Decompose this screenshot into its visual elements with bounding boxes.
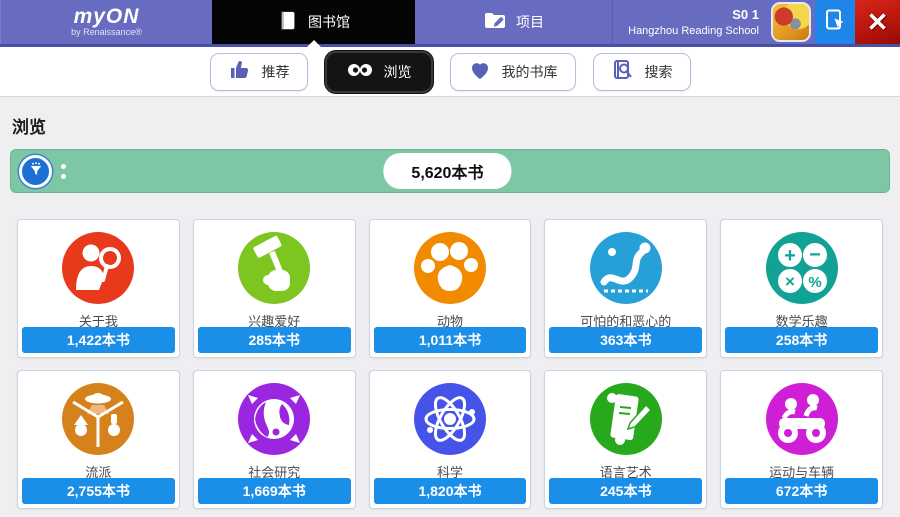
nav-recommend-button[interactable]: 推荐	[210, 53, 308, 91]
category-card-3[interactable]: 动物 1,011本书	[369, 219, 532, 358]
user-name: S0 1	[732, 7, 759, 22]
book-count-pill: 5,620本书	[383, 153, 511, 189]
category-card-7[interactable]: 社会研究 1,669本书	[193, 370, 356, 509]
person-magnifier-icon	[62, 232, 134, 304]
tab-library[interactable]: 图书馆	[212, 0, 415, 44]
close-icon: ✕	[867, 9, 889, 35]
category-card-10[interactable]: 运动与车辆 672本书	[720, 370, 883, 509]
tab-projects-label: 项目	[516, 12, 544, 32]
tab-library-label: 图书馆	[308, 12, 350, 32]
category-count-banner: 245本书	[549, 478, 702, 504]
category-card-2[interactable]: 兴趣爱好 285本书	[193, 219, 356, 358]
page-title: 浏览	[12, 113, 900, 138]
atom-icon	[414, 383, 486, 455]
svg-text:+: +	[784, 245, 796, 267]
category-card-5[interactable]: +−×% 数学乐趣 258本书	[720, 219, 883, 358]
category-card-6[interactable]: 流派 2,755本书	[17, 370, 180, 509]
nav-recommend-label: 推荐	[262, 62, 290, 82]
category-count-banner: 258本书	[725, 327, 878, 353]
category-count-banner: 672本书	[725, 478, 878, 504]
category-count-banner: 2,755本书	[22, 478, 175, 504]
tab-projects[interactable]: 项目	[415, 0, 613, 44]
close-button[interactable]: ✕	[855, 0, 900, 44]
book-search-icon	[611, 58, 635, 85]
tablet-touch-icon	[823, 8, 847, 37]
category-card-8[interactable]: 科学 1,820本书	[369, 370, 532, 509]
book-icon	[277, 10, 299, 35]
user-info: S0 1 Hangzhou Reading School	[613, 0, 767, 44]
nav-browse-label: 浏览	[384, 62, 412, 82]
math-symbols-icon: +−×%	[766, 232, 838, 304]
filter-button[interactable]	[19, 155, 52, 188]
snake-icon	[590, 232, 662, 304]
nav-browse-button[interactable]: 浏览	[325, 51, 433, 93]
nav-my-library-button[interactable]: 我的书库	[450, 53, 576, 91]
scroll-pen-icon	[590, 383, 662, 455]
category-count-banner: 1,422本书	[22, 327, 175, 353]
atv-icon	[766, 383, 838, 455]
logo-subtitle: by Renaissance®	[71, 27, 142, 37]
myon-logo: myON by Renaissance®	[0, 0, 212, 44]
nav-my-library-label: 我的书库	[502, 62, 558, 82]
category-card-9[interactable]: 语言艺术 245本书	[544, 370, 707, 509]
hammer-fist-icon	[238, 232, 310, 304]
library-toolbar: 推荐 浏览 我的书库 搜索	[0, 47, 900, 97]
category-count-banner: 1,820本书	[374, 478, 527, 504]
category-count-banner: 363本书	[549, 327, 702, 353]
svg-text:×: ×	[785, 272, 795, 291]
user-school: Hangzhou Reading School	[628, 25, 759, 37]
logo-title: myON	[74, 7, 140, 27]
nav-search-label: 搜索	[645, 62, 673, 82]
globe-icon	[238, 383, 310, 455]
category-card-1[interactable]: 关于我 1,422本书	[17, 219, 180, 358]
user-avatar[interactable]	[771, 2, 811, 42]
active-tab-notch	[307, 40, 321, 47]
app-header: myON by Renaissance® 图书馆 项目 S0 1 Hangzho…	[0, 0, 900, 47]
filter-bar: 5,620本书	[10, 149, 890, 193]
ellipsis-icon	[61, 164, 66, 179]
glasses-icon	[346, 59, 374, 84]
svg-text:−: −	[809, 244, 821, 266]
thumbs-up-icon	[228, 58, 252, 85]
svg-text:%: %	[808, 274, 821, 291]
nav-search-button[interactable]: 搜索	[593, 53, 691, 91]
heart-icon	[468, 58, 492, 85]
device-button[interactable]	[815, 0, 855, 44]
category-grid: 关于我 1,422本书 兴趣爱好 285本书 动物 1,011本书 可怕的和恶心…	[17, 219, 883, 509]
paw-icon	[414, 232, 486, 304]
funnel-icon	[27, 160, 45, 183]
category-count-banner: 1,011本书	[374, 327, 527, 353]
folder-pencil-icon	[483, 9, 507, 36]
genres-icon	[62, 383, 134, 455]
category-count-banner: 1,669本书	[198, 478, 351, 504]
category-count-banner: 285本书	[198, 327, 351, 353]
category-card-4[interactable]: 可怕的和恶心的 363本书	[544, 219, 707, 358]
